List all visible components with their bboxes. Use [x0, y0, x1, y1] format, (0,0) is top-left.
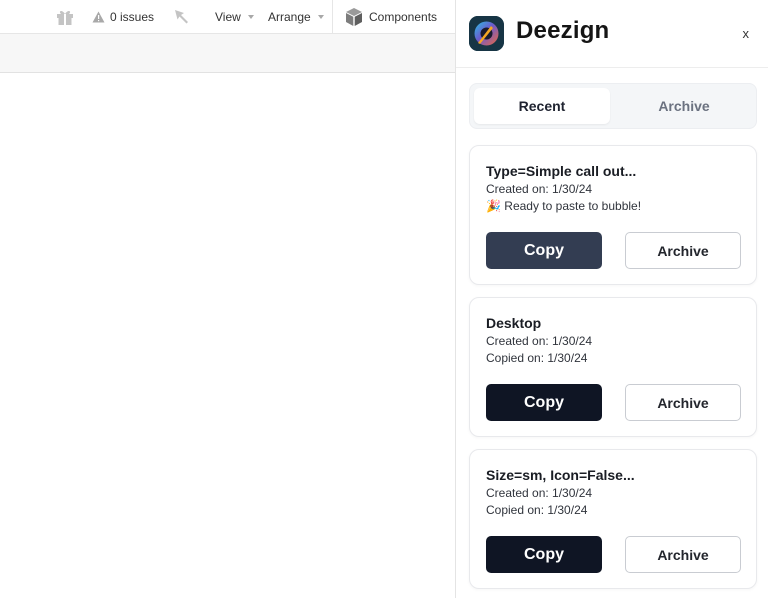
- card-title: Size=sm, Icon=False...: [486, 467, 635, 483]
- tab-bar: Recent Archive: [469, 83, 757, 129]
- created-date: Created on: 1/30/24: [486, 334, 593, 348]
- components-button[interactable]: Components: [344, 0, 437, 34]
- gift-button[interactable]: [55, 0, 75, 34]
- arrange-menu[interactable]: Arrange: [268, 0, 324, 34]
- warning-icon: [92, 11, 105, 23]
- toolbar-divider: [332, 0, 333, 34]
- tab-recent[interactable]: Recent: [474, 88, 610, 124]
- cursor-icon: [174, 9, 190, 25]
- cursor-tool-button[interactable]: [174, 0, 190, 34]
- view-label: View: [215, 10, 241, 24]
- cube-icon: [344, 7, 364, 27]
- top-toolbar: 0 issues View Arrange Components: [0, 0, 456, 34]
- plugin-header: Deezign x: [456, 0, 768, 68]
- view-menu[interactable]: View: [215, 0, 254, 34]
- chevron-down-icon: [247, 15, 254, 19]
- canvas-area[interactable]: [0, 73, 456, 598]
- issues-button[interactable]: 0 issues: [92, 0, 154, 34]
- plugin-title: Deezign: [516, 17, 610, 44]
- archive-button[interactable]: Archive: [625, 232, 741, 269]
- archive-button[interactable]: Archive: [625, 384, 741, 421]
- components-label: Components: [369, 10, 438, 24]
- deezign-logo: [469, 16, 504, 51]
- editor-app: 0 issues View Arrange Components: [0, 0, 456, 598]
- card-title: Type=Simple call out...: [486, 163, 637, 179]
- component-card: Size=sm, Icon=False... Created on: 1/30/…: [469, 449, 757, 589]
- issues-label: 0 issues: [110, 10, 155, 24]
- gift-icon: [55, 7, 75, 27]
- copy-button[interactable]: Copy: [486, 232, 602, 269]
- status-text: 🎉 Ready to paste to bubble!: [486, 199, 642, 213]
- component-card: Desktop Created on: 1/30/24 Copied on: 1…: [469, 297, 757, 437]
- created-date: Created on: 1/30/24: [486, 486, 593, 500]
- chevron-down-icon: [317, 15, 324, 19]
- copy-button[interactable]: Copy: [486, 536, 602, 573]
- property-bar: [0, 34, 456, 73]
- component-card: Type=Simple call out... Created on: 1/30…: [469, 145, 757, 285]
- created-date: Created on: 1/30/24: [486, 182, 593, 196]
- copied-date: Copied on: 1/30/24: [486, 503, 588, 517]
- archive-button[interactable]: Archive: [625, 536, 741, 573]
- copy-button[interactable]: Copy: [486, 384, 602, 421]
- arrange-label: Arrange: [268, 10, 311, 24]
- deezign-plugin-panel: Deezign x Recent Archive Type=Simple cal…: [455, 0, 768, 598]
- copied-date: Copied on: 1/30/24: [486, 351, 588, 365]
- close-button[interactable]: x: [743, 26, 750, 41]
- tab-archive[interactable]: Archive: [616, 88, 752, 124]
- card-title: Desktop: [486, 315, 542, 331]
